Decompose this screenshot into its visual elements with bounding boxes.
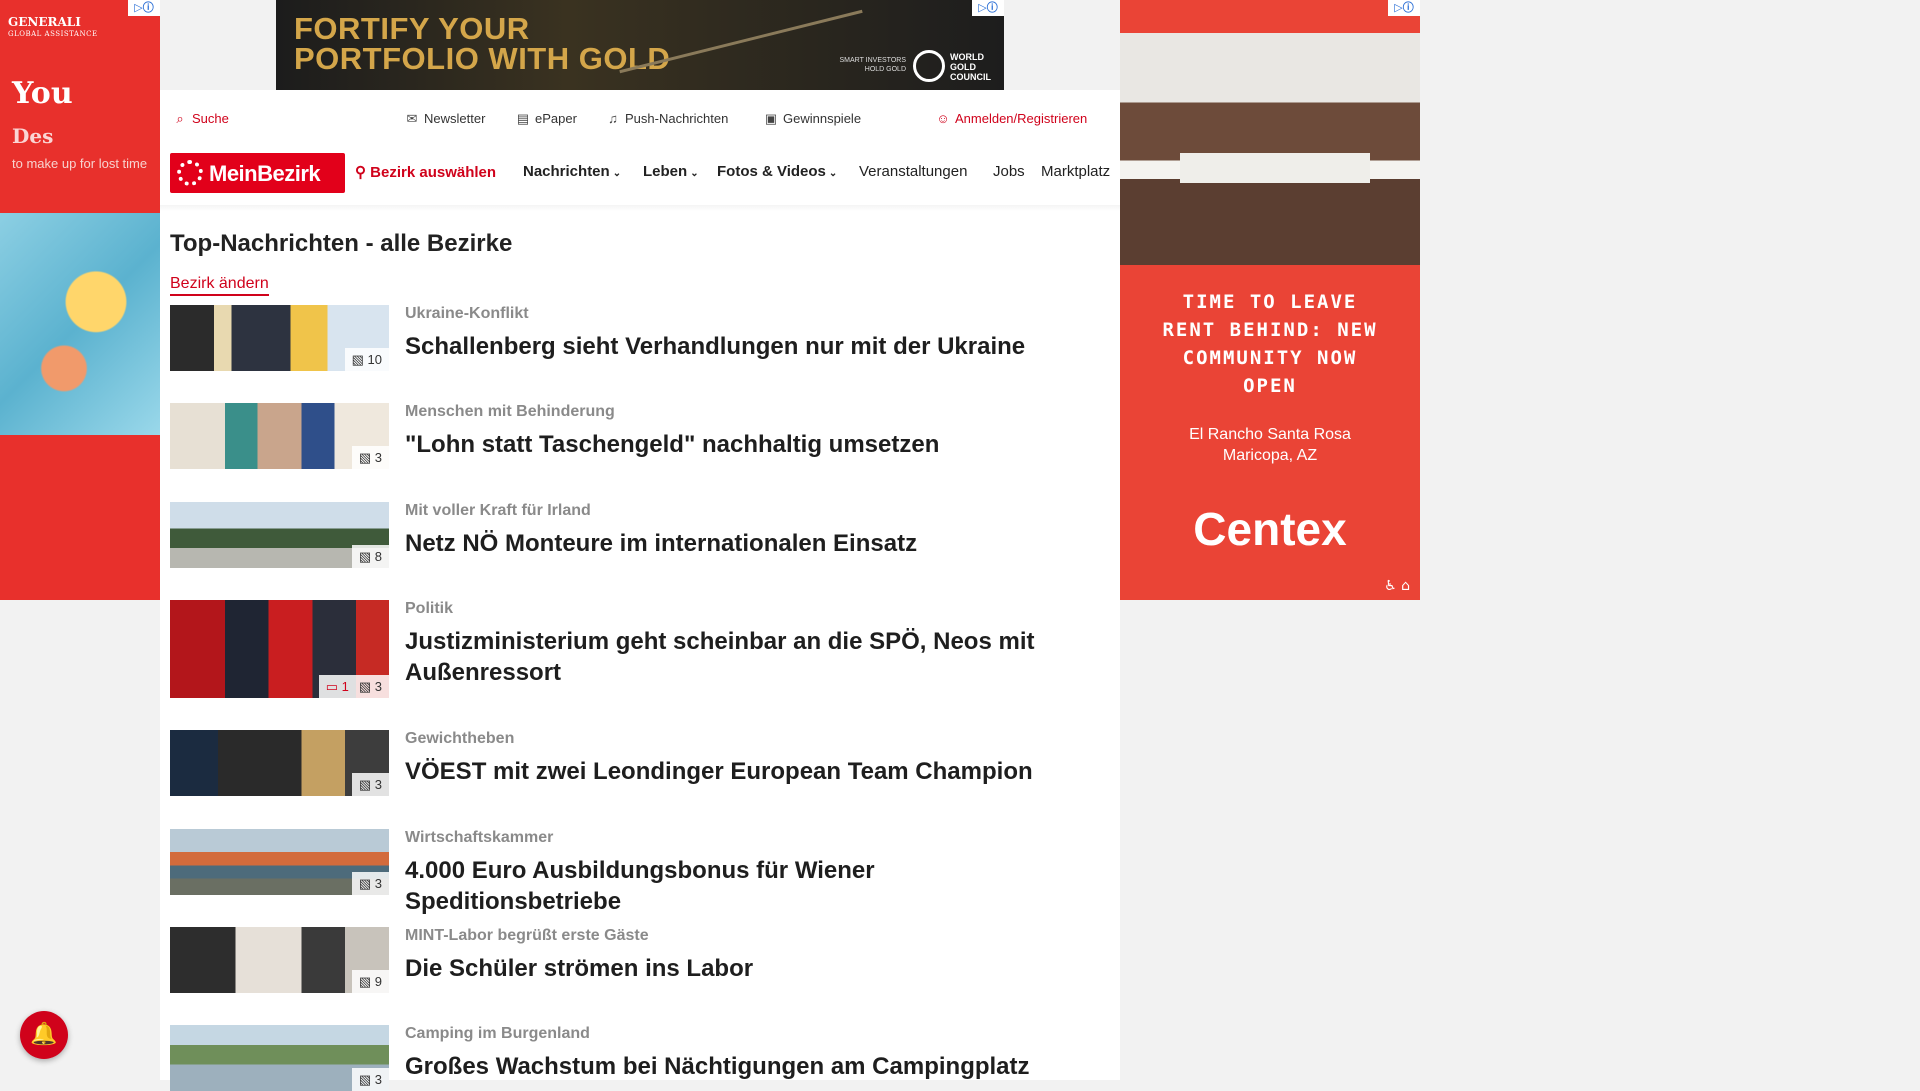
search-link[interactable]: ⌕ Suche: [172, 111, 229, 127]
adchoices-icon[interactable]: ▷ⓘ: [1388, 0, 1420, 16]
article-kicker: Gewichtheben: [405, 730, 515, 747]
image-count-badge: ▧ 3: [351, 872, 389, 895]
article-headline[interactable]: Schallenberg sieht Verhandlungen nur mit…: [405, 331, 1095, 362]
image-count-badge: ▧ 3: [351, 446, 389, 469]
article-headline[interactable]: Netz NÖ Monteure im internationalen Eins…: [405, 528, 1095, 559]
image-icon: ▧: [358, 876, 372, 891]
chevron-down-icon: ⌄: [690, 168, 699, 179]
gift-icon: ▣: [764, 111, 778, 126]
adchoices-icon[interactable]: ▷ⓘ: [972, 0, 1004, 16]
article-headline[interactable]: VÖEST mit zwei Leondinger European Team …: [405, 756, 1095, 787]
ad-right-location: El Rancho Santa Rosa Maricopa, AZ: [1189, 426, 1351, 464]
ad-left-logo: GENERALI GLOBAL ASSISTANCE: [8, 15, 98, 38]
nav-life[interactable]: Leben ⌄: [643, 163, 699, 180]
right-ad[interactable]: TIME TO LEAVE RENT BEHIND: NEW COMMUNITY…: [1120, 0, 1420, 600]
image-icon: ▧: [358, 450, 372, 465]
image-icon: ▧: [351, 352, 364, 367]
article-kicker: Camping im Burgenland: [405, 1025, 590, 1042]
ad-left-headline: You: [12, 76, 73, 111]
world-gold-council-logo-icon: [913, 50, 945, 82]
article-thumbnail[interactable]: ▧ 3: [170, 403, 389, 469]
map-pin-icon: ⚲: [355, 164, 366, 181]
comment-icon: ▭ 1: [325, 679, 349, 694]
main-content: ⌕ Suche ✉ Newsletter ▤ ePaper ♫ Push-Nachric…: [160, 90, 1120, 1091]
top-links-bar: ⌕ Suche ✉ Newsletter ▤ ePaper ♫ Push-Nachric…: [160, 90, 1120, 150]
image-count-badge: ▭ 1 ▧ 3: [318, 675, 389, 698]
logo-gear-icon: [177, 160, 203, 186]
image-count-badge: ▧ 9: [351, 970, 389, 993]
article-kicker: Ukraine-Konflikt: [405, 305, 529, 322]
ad-top-brand: WORLD GOLD COUNCIL: [950, 52, 991, 82]
nav-jobs[interactable]: Jobs: [993, 163, 1025, 180]
chevron-down-icon: ⌄: [828, 168, 838, 179]
image-icon: ▧: [358, 549, 372, 564]
article-thumbnail[interactable]: ▧ 3: [170, 829, 389, 895]
left-skyscraper-ad[interactable]: GENERALI GLOBAL ASSISTANCE You Des to ma…: [0, 0, 160, 600]
article-thumbnail[interactable]: ▧ 3: [170, 730, 389, 796]
nav-marketplace[interactable]: Marktplatz: [1041, 163, 1117, 180]
article-kicker: Menschen mit Behinderung: [405, 403, 615, 420]
article-headline[interactable]: Justizministerium geht scheinbar an die …: [405, 626, 1095, 688]
ad-left-tagline: to make up for lost time: [12, 156, 148, 171]
nav-divider: [160, 205, 1120, 211]
bell-icon: ♫: [608, 111, 618, 126]
ad-left-photo: [0, 213, 160, 435]
article-kicker: MINT-Labor begrüßt erste Gäste: [405, 927, 649, 944]
search-icon: ⌕: [176, 111, 184, 126]
article-thumbnail[interactable]: ▧ 8: [170, 502, 389, 568]
nav-media[interactable]: Fotos & Videos ⌄: [717, 163, 837, 180]
image-count-badge: ▧ 8: [351, 545, 389, 568]
user-icon: ☺: [936, 111, 950, 126]
article-headline[interactable]: "Lohn statt Taschengeld" nachhaltig umse…: [405, 429, 1095, 460]
article-thumbnail[interactable]: ▧ 10: [170, 305, 389, 371]
ad-right-brand: Centex: [1193, 503, 1347, 555]
article-kicker: Politik: [405, 600, 454, 617]
nav-news[interactable]: Nachrichten ⌄: [523, 163, 621, 180]
ad-right-kitchen-photo: [1120, 33, 1420, 265]
top-banner-ad[interactable]: FORTIFY YOUR PORTFOLIO WITH GOLD SMART I…: [276, 0, 1004, 90]
nav-events[interactable]: Veranstaltungen: [859, 163, 967, 180]
ad-left-headline2: Des: [12, 124, 54, 148]
contests-link[interactable]: ▣ Gewinnspiele: [763, 111, 861, 127]
image-icon: ▧: [358, 777, 372, 792]
mail-icon: ✉: [406, 111, 418, 126]
meinbezirk-logo[interactable]: MeinBezirk: [170, 153, 345, 193]
newsletter-link[interactable]: ✉ Newsletter: [404, 111, 486, 127]
article-headline[interactable]: Die Schüler strömen ins Labor: [405, 953, 1095, 984]
article-kicker: Mit voller Kraft für Irland: [405, 502, 591, 519]
adchoices-icon[interactable]: ▷ⓘ: [128, 0, 160, 16]
epaper-link[interactable]: ▤ ePaper: [515, 111, 577, 127]
article-headline[interactable]: Großes Wachstum bei Nächtigungen am Camp…: [405, 1051, 1095, 1082]
accessibility-icons: ♿ ⌂: [1384, 578, 1410, 594]
article-headline[interactable]: 4.000 Euro Ausbildungsbonus für Wiener S…: [405, 855, 1095, 917]
image-count-badge: ▧ 10: [344, 348, 389, 371]
article-kicker: Wirtschaftskammer: [405, 829, 554, 846]
chevron-down-icon: ⌄: [612, 168, 622, 179]
article-thumbnail[interactable]: ▧ 9: [170, 927, 389, 993]
change-district-link[interactable]: Bezirk ändern: [170, 275, 269, 296]
article-thumbnail[interactable]: ▧ 3: [170, 1025, 389, 1091]
image-icon: ▧: [358, 974, 372, 989]
image-icon: ▧: [358, 679, 372, 694]
ad-right-text: TIME TO LEAVE RENT BEHIND: NEW COMMUNITY…: [1162, 291, 1378, 397]
newspaper-icon: ▤: [516, 111, 530, 126]
article-thumbnail[interactable]: ▭ 1 ▧ 3: [170, 600, 389, 698]
select-district-button[interactable]: ⚲ Bezirk auswählen: [355, 163, 496, 181]
page-title: Top-Nachrichten - alle Bezirke: [170, 230, 513, 257]
ad-top-small-text: SMART INVESTORS HOLD GOLD: [839, 57, 906, 73]
ad-top-headline: FORTIFY YOUR PORTFOLIO WITH GOLD: [294, 11, 671, 76]
login-link[interactable]: ☺ Anmelden/Registrieren: [935, 111, 1087, 126]
notification-bell-icon[interactable]: 🔔: [20, 1011, 68, 1059]
push-notifications-link[interactable]: ♫ Push-Nachrichten: [605, 111, 728, 126]
image-count-badge: ▧ 3: [351, 773, 389, 796]
